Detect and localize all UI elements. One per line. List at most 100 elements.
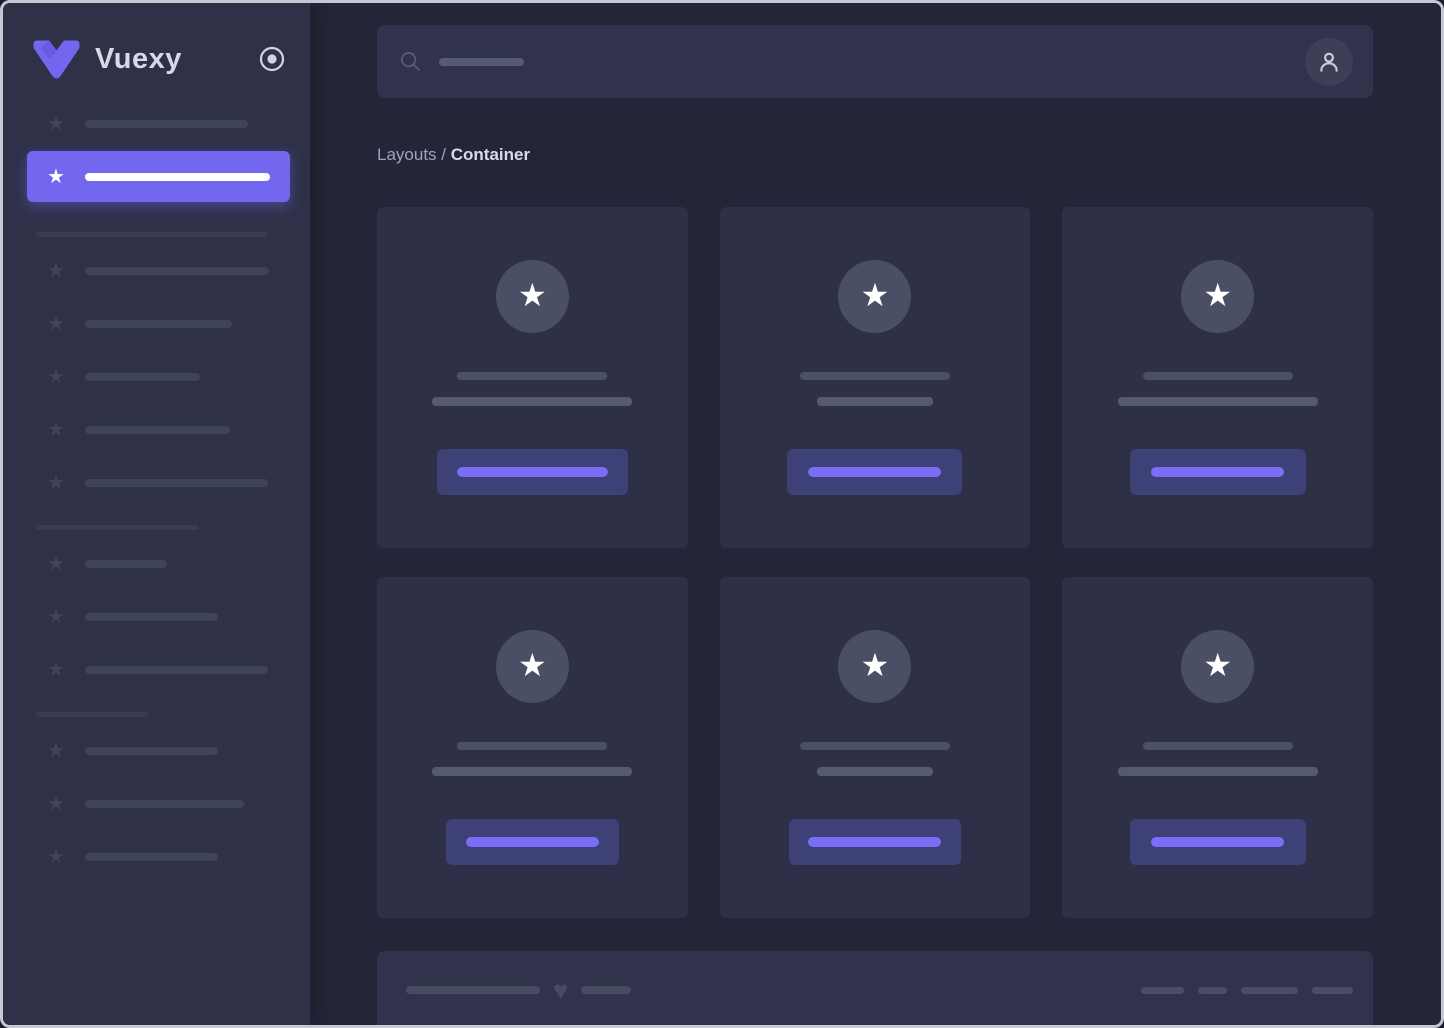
button-label-skeleton xyxy=(456,467,608,477)
footer-row: ♥ xyxy=(406,975,1353,1005)
star-icon: ★ xyxy=(47,472,65,494)
card-avatar: ★ xyxy=(1181,260,1255,333)
card-title-skeleton xyxy=(457,742,608,750)
card-avatar: ★ xyxy=(838,630,912,703)
card-avatar: ★ xyxy=(495,260,569,333)
logo-row: Vuexy xyxy=(3,3,310,79)
footer-link-skeleton xyxy=(1312,986,1353,994)
card: ★ xyxy=(377,577,688,918)
menu-label-skeleton xyxy=(85,426,230,434)
menu-label-skeleton xyxy=(85,613,218,621)
card-button[interactable] xyxy=(436,449,628,495)
footer-card: ♥ xyxy=(377,951,1373,1025)
star-icon: ★ xyxy=(47,659,65,681)
card-title-skeleton xyxy=(1142,742,1293,750)
magnifier-icon xyxy=(400,51,421,72)
card: ★ xyxy=(1062,207,1373,548)
search-placeholder-skeleton xyxy=(439,57,524,66)
vuexy-logo xyxy=(33,39,80,79)
card-button[interactable] xyxy=(445,819,619,865)
star-icon: ★ xyxy=(860,276,890,313)
card-avatar: ★ xyxy=(838,260,912,333)
star-icon: ★ xyxy=(47,740,65,762)
menu-label-skeleton xyxy=(85,800,244,808)
breadcrumb-page: Container xyxy=(450,145,531,164)
sidebar-item[interactable]: ★ xyxy=(45,418,290,442)
card-subtitle-skeleton xyxy=(432,767,633,776)
button-label-skeleton xyxy=(1151,467,1285,477)
star-icon: ★ xyxy=(47,260,65,282)
footer-text-skeleton xyxy=(581,986,632,994)
main-content: Layouts / Container ★ ★ ★ ★ ★ ★ ♥ xyxy=(310,3,1441,1025)
search-bar[interactable] xyxy=(377,25,1373,98)
card: ★ xyxy=(719,577,1031,918)
cards-grid: ★ ★ ★ ★ ★ ★ xyxy=(377,207,1373,918)
sidebar-item[interactable]: ★ xyxy=(45,792,290,816)
star-icon: ★ xyxy=(47,366,65,388)
menu-label-skeleton xyxy=(85,560,167,568)
sidebar-item[interactable]: ★ xyxy=(45,471,290,495)
card-button[interactable] xyxy=(787,449,963,495)
button-label-skeleton xyxy=(1151,837,1285,847)
footer-link-skeleton xyxy=(1241,986,1298,994)
star-icon: ★ xyxy=(47,606,65,628)
sidebar-item[interactable]: ★ xyxy=(45,605,290,629)
card: ★ xyxy=(377,207,688,548)
card-subtitle-skeleton xyxy=(816,397,933,406)
button-label-skeleton xyxy=(808,467,942,477)
star-icon: ★ xyxy=(47,165,65,188)
sidebar-item[interactable]: ★ xyxy=(45,112,290,136)
star-icon: ★ xyxy=(517,276,547,313)
breadcrumb: Layouts / Container xyxy=(377,145,1373,165)
star-icon: ★ xyxy=(47,419,65,441)
card-button[interactable] xyxy=(1129,449,1306,495)
footer-links xyxy=(1141,986,1353,994)
card-button[interactable] xyxy=(788,819,961,865)
card: ★ xyxy=(1062,577,1373,918)
card-subtitle-skeleton xyxy=(1117,397,1318,406)
card-subtitle-skeleton xyxy=(816,767,933,776)
footer-link-skeleton xyxy=(1198,986,1227,994)
sidebar-item[interactable]: ★ xyxy=(45,739,290,763)
star-icon: ★ xyxy=(860,646,890,683)
breadcrumb-section[interactable]: Layouts xyxy=(377,145,437,164)
menu-label-skeleton xyxy=(85,172,270,181)
menu-label-skeleton xyxy=(85,747,218,755)
menu-label-skeleton xyxy=(85,853,218,861)
menu-label-skeleton xyxy=(85,666,268,674)
card-title-skeleton xyxy=(799,742,950,750)
sidebar-section-title-skeleton xyxy=(36,232,267,237)
card-title-skeleton xyxy=(799,372,950,380)
menu-label-skeleton xyxy=(85,373,200,381)
sidebar-item[interactable]: ★ xyxy=(45,312,290,336)
sidebar-item-active[interactable]: ★ xyxy=(27,151,290,202)
card-subtitle-skeleton xyxy=(1117,767,1318,776)
sidebar-item[interactable]: ★ xyxy=(45,845,290,869)
radio-pin-icon[interactable] xyxy=(258,45,286,73)
sidebar-item[interactable]: ★ xyxy=(45,365,290,389)
sidebar: Vuexy ★ ★ ★ ★ ★ ★ ★ ★ ★ ★ ★ ★ ★ xyxy=(3,3,310,1025)
footer-link-skeleton xyxy=(1141,986,1184,994)
menu-label-skeleton xyxy=(85,267,269,275)
app-title: Vuexy xyxy=(95,42,182,75)
menu-label-skeleton xyxy=(85,479,268,487)
sidebar-item[interactable]: ★ xyxy=(45,259,290,283)
sidebar-item[interactable]: ★ xyxy=(45,552,290,576)
sidebar-menu: ★ ★ ★ ★ ★ ★ ★ ★ ★ ★ ★ ★ ★ xyxy=(3,112,310,928)
star-icon: ★ xyxy=(517,646,547,683)
card-avatar: ★ xyxy=(495,630,569,703)
button-label-skeleton xyxy=(808,837,942,847)
star-icon: ★ xyxy=(47,793,65,815)
card-avatar: ★ xyxy=(1181,630,1255,703)
sidebar-item[interactable]: ★ xyxy=(45,658,290,682)
heart-icon: ♥ xyxy=(553,975,569,1005)
footer-text-skeleton xyxy=(406,986,540,994)
card-button[interactable] xyxy=(1129,819,1306,865)
star-icon: ★ xyxy=(47,313,65,335)
card-subtitle-skeleton xyxy=(432,397,633,406)
menu-label-skeleton xyxy=(85,120,248,128)
app-window: Vuexy ★ ★ ★ ★ ★ ★ ★ ★ ★ ★ ★ ★ ★ Layouts xyxy=(0,0,1444,1028)
user-avatar-button[interactable] xyxy=(1305,37,1353,86)
star-icon: ★ xyxy=(1203,276,1232,313)
star-icon: ★ xyxy=(47,113,65,135)
